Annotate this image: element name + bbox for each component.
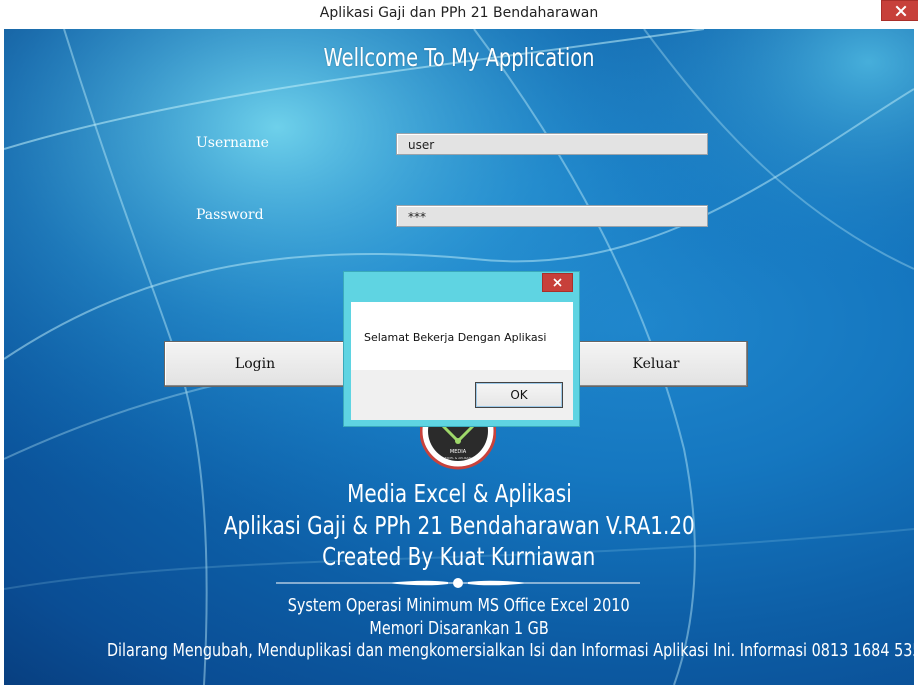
system-note-3: Dilarang Mengubah, Menduplikasi dan meng…: [106, 640, 914, 661]
dialog-message-area: Selamat Bekerja Dengan Aplikasi: [351, 302, 573, 370]
logo-subtext: EXCEL & APLIKASI: [445, 456, 472, 460]
decorative-divider: [276, 578, 640, 588]
credit-line-1: Media Excel & Aplikasi: [346, 479, 572, 508]
password-input[interactable]: ***: [396, 205, 708, 227]
credit-line-2: Aplikasi Gaji & PPh 21 Bendaharawan V.RA…: [223, 511, 695, 540]
system-note-1: System Operasi Minimum MS Office Excel 2…: [288, 595, 630, 616]
username-input[interactable]: user: [396, 133, 708, 155]
window-title: Aplikasi Gaji dan PPh 21 Bendaharawan: [319, 5, 599, 21]
dialog-body: Selamat Bekerja Dengan Aplikasi OK: [351, 302, 573, 420]
close-icon: [895, 5, 906, 16]
system-note-2: Memori Disarankan 1 GB: [369, 618, 549, 639]
welcome-heading: Wellcome To My Application: [323, 43, 595, 72]
username-label: Username: [196, 135, 269, 151]
exit-button[interactable]: Keluar: [564, 341, 748, 387]
ok-button[interactable]: OK: [475, 382, 563, 408]
credit-line-3: Created By Kuat Kurniawan: [322, 542, 596, 571]
window-close-button[interactable]: [881, 0, 918, 21]
application-window: Aplikasi Gaji dan PPh 21 Bendaharawan We…: [0, 0, 918, 689]
dialog-message: Selamat Bekerja Dengan Aplikasi: [364, 331, 547, 344]
message-dialog: Selamat Bekerja Dengan Aplikasi OK: [343, 271, 580, 427]
password-label: Password: [196, 207, 264, 223]
dialog-close-button[interactable]: [542, 273, 573, 292]
login-button[interactable]: Login: [164, 341, 346, 387]
logo-text: MEDIA: [450, 449, 467, 455]
close-icon: [553, 278, 562, 287]
title-bar: Aplikasi Gaji dan PPh 21 Bendaharawan: [0, 0, 918, 29]
